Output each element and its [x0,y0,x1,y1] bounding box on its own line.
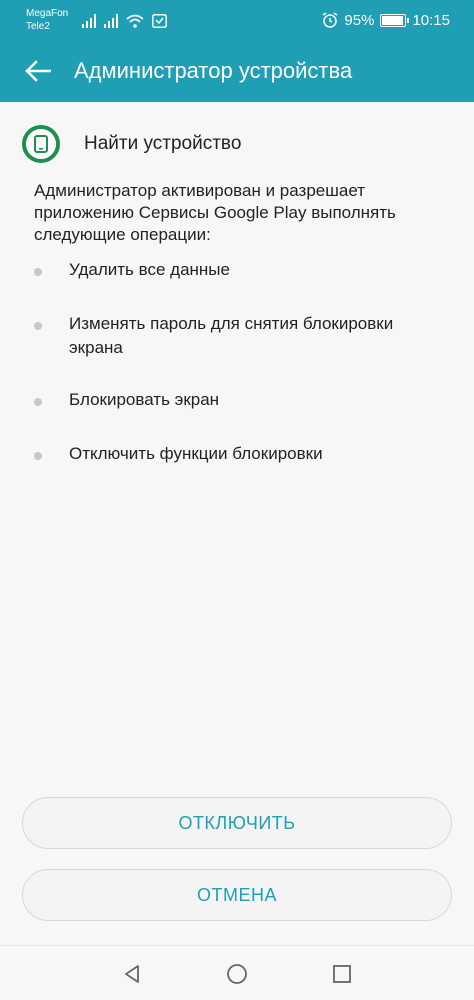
permission-item: Отключить функции блокировки [34,442,444,466]
bullet [34,398,42,406]
bullet [34,452,42,460]
bullet [34,322,42,330]
system-nav-bar [0,945,474,1000]
carrier-info: MegaFon Tele2 [26,7,68,33]
app-bar: Администратор устройства [0,40,474,102]
home-circle-icon [227,964,247,984]
battery-fill [382,15,404,25]
notification-icon [152,14,167,28]
permission-label: Блокировать экран [69,390,220,409]
status-right: 95% 10:15 [322,10,450,30]
admin-description: Администратор активирован и разрешает пр… [34,181,396,244]
battery-percent: 95% [344,11,375,29]
back-button[interactable] [18,51,58,91]
bullet [34,268,42,276]
back-arrow-icon [25,60,51,82]
permission-label: Отключить функции блокировки [69,444,323,463]
device-admin-app: Найти устройство [22,124,241,164]
nav-recents-button[interactable] [326,958,358,990]
nav-back-button[interactable] [116,958,148,990]
permission-label: Удалить все данные [69,260,230,279]
alarm-icon [323,12,338,28]
permission-item: Блокировать экран [34,388,444,412]
signal-icon [104,14,118,28]
page-title: Администратор устройства [74,58,353,83]
device-admin-app-name: Найти устройство [84,133,242,154]
signal-icon [82,14,96,28]
carrier-1-label: MegaFon [26,8,69,19]
permission-item: Удалить все данные [34,258,444,282]
status-bar: MegaFon Tele2 95% 10:15 [0,0,474,40]
clock: 10:15 [412,11,450,29]
find-device-icon [22,125,60,163]
back-triangle-icon [125,965,139,983]
permission-item: Изменять пароль для снятия блокировки эк… [34,312,444,360]
battery-icon [380,13,410,27]
recents-square-icon [333,965,351,983]
wifi-icon [126,14,144,28]
connectivity-icons [82,12,167,28]
nav-home-button[interactable] [221,958,253,990]
permission-label: Изменять пароль для снятия блокировки эк… [69,314,394,357]
cancel-button[interactable]: ОТМЕНА [22,869,452,921]
carrier-2-label: Tele2 [26,21,50,32]
deactivate-button[interactable]: ОТКЛЮЧИТЬ [22,797,452,849]
